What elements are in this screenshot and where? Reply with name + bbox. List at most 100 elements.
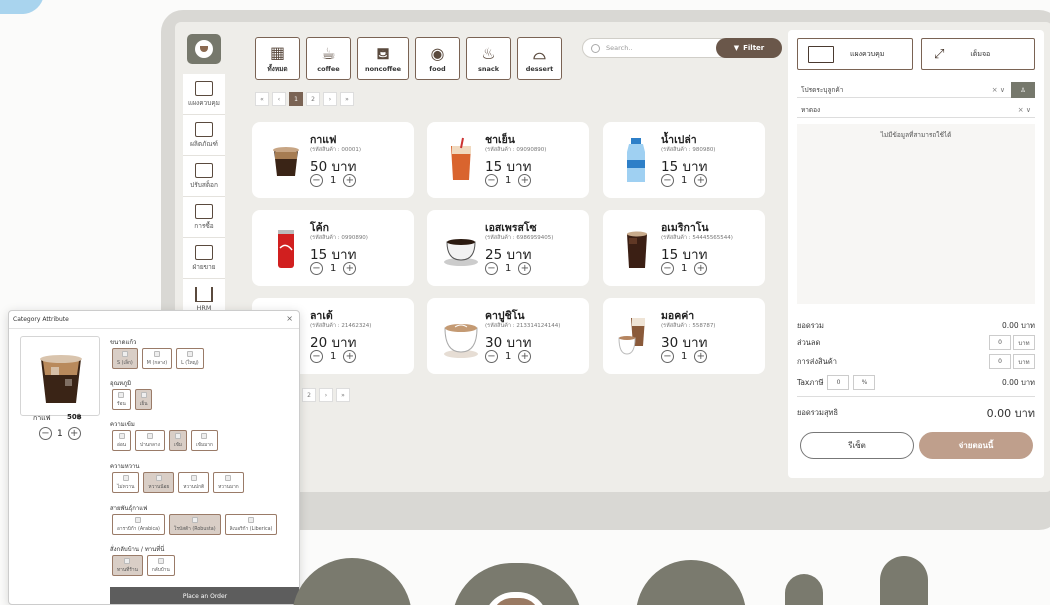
plus-icon[interactable]: + [694,262,708,275]
sidebar-item-1[interactable]: ผลิตภัณฑ์ [183,115,225,156]
option-label: กลับบ้าน [151,567,170,573]
total-label: ยอดรวม [797,321,824,330]
attribute-option[interactable]: ร้อน [112,389,131,410]
discount-input[interactable]: 0 [989,335,1011,350]
minus-icon[interactable]: − [310,350,323,363]
category-3[interactable]: ◉ food [415,37,460,80]
attribute-option[interactable]: เย็น [134,389,153,410]
page-button[interactable]: ‹ [272,92,286,106]
attribute-option[interactable]: เข้มมาก [191,430,218,451]
category-1[interactable]: ☕ coffee [306,37,351,80]
attribute-option[interactable]: M (กลาง) [141,348,173,369]
attribute-option[interactable]: ไม่หวาน [112,472,140,493]
category-4[interactable]: ♨ snack [466,37,511,80]
fullscreen-button[interactable]: ⤢ เต็มจอ [921,38,1035,70]
category-bar: ▦ ทั้งหมด ☕ coffee ⛾ noncoffee ◉ food ♨ snack ⌓ des… [255,37,562,80]
category-0[interactable]: ▦ ทั้งหมด [255,37,300,80]
attribute-option[interactable]: อ่อน [112,430,132,451]
product-card[interactable]: กาแฟ (รหัสสินค้า : 00001) 50 บาท −1 + [252,122,414,198]
table-select[interactable]: หาดอง × ∨ [797,102,1035,118]
page-button[interactable]: » [340,92,354,106]
sidebar-item-2[interactable]: ปรับสต็อก [183,156,225,197]
category-2[interactable]: ⛾ noncoffee [357,37,409,80]
dashboard-button[interactable]: แผงควบคุม [797,38,913,70]
add-customer-icon[interactable]: ♙ [1011,82,1035,98]
dashboard-label: แผงควบคุม [850,49,885,58]
product-card[interactable]: น้ำเปล่า (รหัสสินค้า : 980980) 15 บาท −1 + [603,122,765,198]
attribute-option[interactable]: L (ใหญ่) [176,348,204,369]
pay-now-button[interactable]: จ่ายตอนนี้ [919,432,1033,459]
minus-icon[interactable]: − [661,174,674,187]
plus-icon[interactable]: + [343,350,357,363]
dessert-icon: ⌓ [533,43,546,63]
page-button[interactable]: 1 [289,92,303,106]
coffee-logo-icon[interactable] [187,34,221,64]
product-card[interactable]: โค้ก (รหัสสินค้า : 0990890) 15 บาท −1 + [252,210,414,286]
attribute-option[interactable]: ทานที่ร้าน [112,555,143,576]
minus-icon[interactable]: − [310,174,323,187]
category-5[interactable]: ⌓ dessert [517,37,562,80]
sidebar-item-0[interactable]: แผงควบคุม [183,74,225,115]
fullscreen-label: เต็มจอ [970,49,991,58]
plus-icon[interactable]: + [343,174,357,187]
sidebar-item-3[interactable]: การซื้อ [183,197,225,238]
customer-placeholder: โปรดระบุลูกค้า [801,85,844,94]
attribute-option[interactable]: กลับบ้าน [146,555,175,576]
minus-icon[interactable]: − [661,262,674,275]
option-icon [140,391,147,398]
product-card[interactable]: มอคค่า (รหัสสินค้า : 558787) 30 บาท −1 + [603,298,765,374]
option-label: ไม่หวาน [117,484,135,490]
page-button[interactable]: › [319,388,333,402]
plus-icon[interactable]: + [694,174,708,187]
attribute-option[interactable]: หวานมาก [213,472,244,493]
product-card[interactable]: คาปูชิโน (รหัสสินค้า : 213314124144) 30 บา… [427,298,589,374]
filter-label: Filter [743,44,765,52]
product-card[interactable]: เอสเพรสโซ (รหัสสินค้า : 6986959405) 25 บาท… [427,210,589,286]
sidebar-item-4[interactable]: ฝ่ายขาย [183,238,225,279]
minus-icon[interactable]: − [485,350,498,363]
shipping-input[interactable]: 0 [989,354,1011,369]
option-label: เข้ม [173,442,183,448]
attribute-option[interactable]: หวานปกติ [178,472,210,493]
minus-icon[interactable]: − [485,174,498,187]
cart-panel: แผงควบคุม ⤢ เต็มจอ โปรดระบุลูกค้า × ∨ ♙ … [788,30,1044,478]
attribute-option[interactable]: โรบัสต้า (Robusta) [168,514,221,535]
qty-value: 1 [330,263,337,274]
minus-icon[interactable]: − [661,350,674,363]
plus-icon[interactable]: + [694,350,708,363]
minus-icon[interactable]: − [485,262,498,275]
product-image [441,312,481,360]
page-button[interactable]: 2 [302,388,316,402]
attribute-option[interactable]: หวานน้อย [143,472,175,493]
tax-input[interactable]: 0 [827,375,850,390]
minus-icon[interactable]: − [310,262,323,275]
filter-button[interactable]: ▼ Filter [716,38,782,58]
product-card[interactable]: อเมริกาโน (รหัสสินค้า : 54445565544) 15 บา… [603,210,765,286]
page-button[interactable]: › [323,92,337,106]
plus-icon[interactable]: + [343,262,357,275]
close-icon[interactable]: × [286,314,293,323]
plus-icon[interactable]: + [518,350,532,363]
stock-icon [195,162,213,178]
option-icon [118,432,125,439]
attribute-option[interactable]: ลิเบอริก้า (Liberica) [224,514,278,535]
place-order-button[interactable]: Place an Order [110,587,299,604]
attribute-option[interactable]: อาราบิก้า (Arabica) [112,514,165,535]
plus-icon[interactable]: + [67,427,81,440]
minus-icon[interactable]: − [39,427,52,440]
page-button[interactable]: « [255,92,269,106]
qty-stepper: −1 + [310,174,357,187]
qty-stepper: −1 + [485,174,532,187]
customer-select[interactable]: โปรดระบุลูกค้า × ∨ ♙ [797,82,1035,98]
attribute-option[interactable]: เข้ม [168,430,188,451]
attribute-option[interactable]: S (เล็ก) [112,348,138,369]
attribute-option[interactable]: ปานกลาง [135,430,165,451]
product-sku: (รหัสสินค้า : 980980) [661,147,716,153]
page-button[interactable]: » [336,388,350,402]
reset-button[interactable]: รีเซ็ต [800,432,914,459]
plus-icon[interactable]: + [518,174,532,187]
page-button[interactable]: 2 [306,92,320,106]
option-label: หวานปกติ [183,484,205,490]
plus-icon[interactable]: + [518,262,532,275]
product-card[interactable]: ชาเย็น (รหัสสินค้า : 09090890) 15 บาท −1 + [427,122,589,198]
